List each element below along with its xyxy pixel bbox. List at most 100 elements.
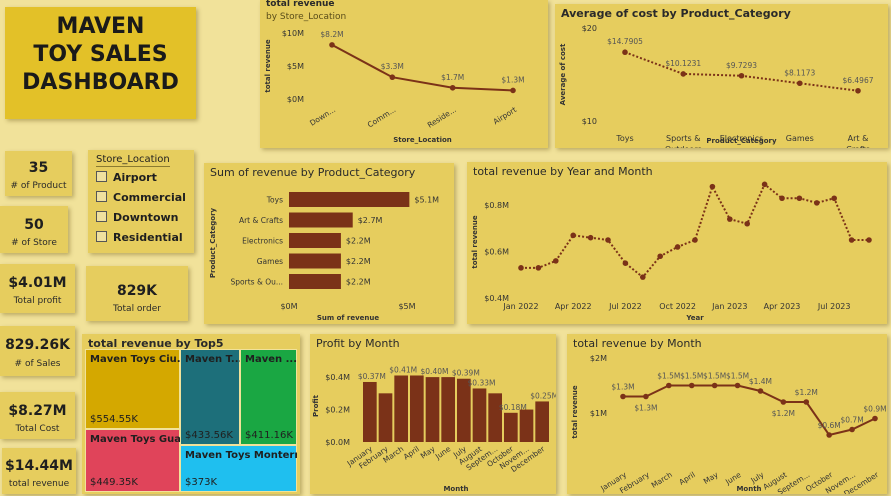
slicer-item-label: Commercial bbox=[113, 191, 186, 204]
kpi-products: 35 # of Product bbox=[5, 151, 72, 196]
y-axis-title: Product_Category bbox=[209, 207, 217, 278]
kpi-sales: 829.26K # of Sales bbox=[0, 326, 75, 376]
data-label: $0.25M bbox=[530, 391, 556, 400]
cell-name: Maven Toys Gua... bbox=[90, 434, 180, 445]
bar bbox=[410, 375, 424, 442]
x-tick-label: Jan 2022 bbox=[502, 302, 538, 311]
data-point bbox=[620, 393, 626, 400]
data-point bbox=[855, 87, 861, 94]
chart-avg-cost[interactable]: Average of cost by Product_Category $20 $… bbox=[555, 4, 888, 148]
data-label: $6.4967 bbox=[842, 76, 873, 85]
data-label: $1.3M bbox=[634, 404, 657, 413]
data-point bbox=[826, 432, 832, 438]
treemap-cell[interactable]: Maven T... $433.56K bbox=[180, 349, 240, 445]
cost-chart-svg: $20 $10 $14.7905 $10.1231 $9.7293 $8.1173 $6.4… bbox=[559, 24, 874, 148]
bar bbox=[472, 388, 487, 442]
data-label: $0.7M bbox=[841, 416, 864, 425]
data-point bbox=[587, 234, 594, 241]
kpi-revenue: $14.44M total revenue bbox=[2, 448, 76, 494]
data-point bbox=[657, 253, 663, 260]
treemap-cell[interactable]: Maven Toys Ciu... $554.55K bbox=[85, 349, 180, 429]
x-tick-label: Outdoors bbox=[665, 145, 702, 148]
checkbox[interactable] bbox=[96, 171, 107, 182]
x-tick-label: Jul 2023 bbox=[817, 302, 851, 311]
data-label: $5.1M bbox=[414, 196, 439, 205]
y-tick-label: Electronics bbox=[242, 237, 283, 246]
slicer-item-commercial[interactable]: Commercial bbox=[96, 191, 186, 204]
x-tick-label: Crafts bbox=[846, 145, 870, 148]
chart-revenue-by-month[interactable]: total revenue by Month $2M $1M $1.3M Januar… bbox=[567, 334, 887, 494]
y-tick-label: $5M bbox=[287, 62, 304, 71]
bar bbox=[289, 274, 341, 289]
x-axis-title: Year bbox=[685, 314, 704, 322]
data-point bbox=[688, 382, 695, 389]
y-axis-title: total revenue bbox=[264, 39, 272, 93]
chart-revenue-by-category[interactable]: Sum of revenue by Product_Category Toys $… bbox=[204, 163, 454, 324]
data-point bbox=[796, 80, 803, 87]
kpi-label: # of Store bbox=[11, 238, 57, 248]
bar bbox=[441, 377, 455, 442]
data-label: $1.3M bbox=[611, 383, 634, 392]
data-point bbox=[640, 274, 646, 280]
data-label: $14.7905 bbox=[607, 37, 643, 46]
kpi-label: total revenue bbox=[8, 479, 70, 489]
chart-revenue-year-month[interactable]: total revenue by Year and Month $0.8M $0.… bbox=[467, 162, 887, 324]
kpi-profit: $4.01M Total profit bbox=[0, 264, 75, 313]
data-point bbox=[744, 220, 750, 227]
bar bbox=[425, 377, 440, 442]
data-point bbox=[849, 426, 855, 433]
data-point bbox=[872, 415, 878, 422]
bar bbox=[394, 375, 408, 442]
series-line bbox=[521, 182, 869, 279]
x-tick-label: Comm... bbox=[366, 105, 398, 129]
slicer-item-airport[interactable]: Airport bbox=[96, 171, 157, 184]
data-point bbox=[449, 84, 456, 91]
data-label: $8.2M bbox=[320, 30, 343, 39]
treemap-cell[interactable]: Maven Toys Gua... $449.35K bbox=[85, 429, 180, 492]
slicer-title: Store_Location bbox=[96, 154, 170, 167]
x-tick-label: June bbox=[433, 444, 453, 462]
slicer-item-downtown[interactable]: Downtown bbox=[96, 211, 179, 224]
data-label: $3.3M bbox=[381, 62, 404, 71]
y-tick-label: $0.0M bbox=[325, 438, 350, 447]
profit-chart-svg: $0.4M$0.2M$0.0M$0.37MJanuaryFebruary$0.4… bbox=[312, 365, 556, 493]
slicer-item-label: Residential bbox=[113, 231, 183, 244]
y-tick-label: $0M bbox=[287, 95, 304, 104]
bar bbox=[488, 393, 502, 442]
kpi-label: # of Product bbox=[10, 181, 67, 191]
x-axis-title: Month bbox=[736, 485, 761, 493]
data-label: $1.4M bbox=[749, 377, 772, 386]
treemap-top5-stores[interactable]: total revenue by Top5 Store_Names Maven … bbox=[82, 334, 300, 494]
checkbox[interactable] bbox=[96, 211, 107, 222]
y-tick-label: Art & Crafts bbox=[239, 216, 283, 225]
slicer-item-residential[interactable]: Residential bbox=[96, 231, 183, 244]
kpi-value: $8.27M bbox=[8, 403, 67, 419]
data-point bbox=[389, 74, 396, 81]
cell-name: Maven T... bbox=[185, 354, 240, 365]
bar bbox=[289, 212, 353, 228]
x-tick-label: Oct 2022 bbox=[659, 302, 696, 311]
data-point bbox=[329, 42, 335, 48]
data-point bbox=[622, 260, 629, 266]
data-point bbox=[831, 195, 837, 202]
data-point bbox=[535, 265, 542, 271]
y-tick-label: $0.8M bbox=[484, 201, 509, 210]
data-label: $0.41M bbox=[389, 365, 417, 374]
x-tick-label: Apr 2023 bbox=[764, 302, 801, 311]
checkbox[interactable] bbox=[96, 191, 107, 202]
chart-revenue-by-location[interactable]: total revenue by Store_Location $10M $5M $… bbox=[260, 0, 548, 148]
x-axis-title: Month bbox=[443, 485, 468, 493]
kpi-value: 829.26K bbox=[5, 337, 70, 353]
y-tick-label: $10 bbox=[582, 117, 597, 126]
checkbox[interactable] bbox=[96, 231, 107, 242]
treemap-cell[interactable]: Maven ... $411.16K bbox=[240, 349, 297, 445]
kpi-label: Total profit bbox=[13, 296, 62, 306]
x-tick-label: Sports & bbox=[666, 134, 700, 143]
y-tick-label: Sports & Ou... bbox=[231, 278, 283, 287]
treemap-cell[interactable]: Maven Toys Monterr... $373K bbox=[180, 445, 297, 492]
data-label: $0.9M bbox=[863, 405, 886, 414]
data-point bbox=[680, 71, 687, 77]
data-point bbox=[711, 382, 718, 389]
data-point bbox=[738, 72, 745, 79]
chart-profit-by-month[interactable]: Profit by Month $0.4M $0.2M $0.0M $0.37M Jan… bbox=[310, 334, 556, 494]
